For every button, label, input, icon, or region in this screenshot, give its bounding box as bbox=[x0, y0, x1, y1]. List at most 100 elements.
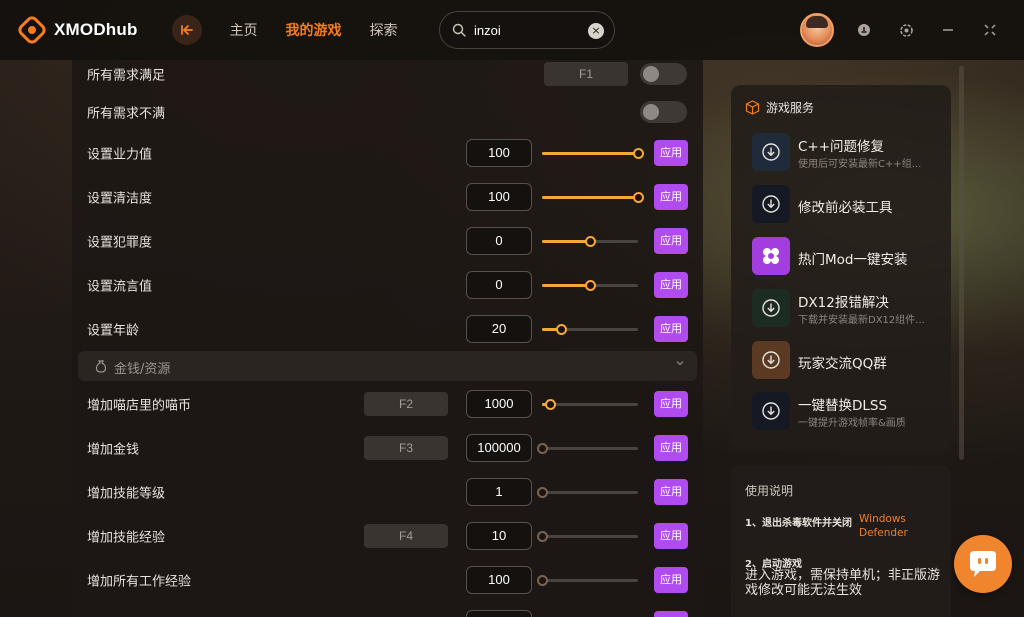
cheat-label: 设置年龄 bbox=[87, 323, 140, 339]
service-name: 修改前必装工具 bbox=[798, 200, 893, 216]
service-name: 一键替换DLSS bbox=[798, 398, 888, 414]
service-item-required-tools[interactable]: 修改前必装工具 bbox=[752, 184, 942, 224]
help-step-1: 1、退出杀毒软件并关闭 bbox=[745, 518, 852, 529]
value-input[interactable]: 10 bbox=[466, 522, 532, 550]
apply-button[interactable]: 应用 bbox=[654, 435, 688, 461]
apply-button[interactable]: 应用 bbox=[654, 567, 688, 593]
xmod-logo-icon bbox=[18, 16, 46, 44]
toggle-switch[interactable] bbox=[640, 101, 687, 123]
cheat-panel: 所有需求满足 F1 所有需求不满 设置业力值 100 应用 设置清洁度 100 … bbox=[72, 60, 703, 617]
section-header-money[interactable]: 金钱/资源 bbox=[78, 351, 697, 381]
download-icon bbox=[752, 341, 790, 379]
chat-bubble-icon bbox=[970, 551, 996, 577]
download-icon bbox=[752, 289, 790, 327]
service-item-dlss[interactable]: 一键替换DLSS 一键提升游戏帧率&画质 bbox=[752, 391, 942, 431]
clear-search-button[interactable]: × bbox=[588, 23, 604, 39]
value-input[interactable]: 0 bbox=[466, 271, 532, 299]
service-item-hot-mod[interactable]: 热门Mod一键安装 bbox=[752, 236, 942, 276]
value-input[interactable]: 100 bbox=[466, 139, 532, 167]
package-icon bbox=[745, 100, 760, 115]
scrollbar[interactable] bbox=[959, 66, 964, 460]
service-subtitle: 下载并安装最新DX12组件... bbox=[798, 315, 925, 326]
value-input[interactable] bbox=[466, 610, 532, 617]
service-item-qq-group[interactable]: 玩家交流QQ群 bbox=[752, 340, 942, 380]
chat-assistant-button[interactable] bbox=[954, 535, 1012, 593]
apply-button[interactable]: 应用 bbox=[654, 184, 688, 210]
value-input[interactable]: 20 bbox=[466, 315, 532, 343]
hotkey-badge: F3 bbox=[364, 436, 448, 460]
cheat-label: 增加所有工作经验 bbox=[87, 574, 192, 590]
apply-button[interactable] bbox=[654, 611, 688, 617]
service-name: 玩家交流QQ群 bbox=[798, 356, 887, 372]
arrow-left-icon bbox=[180, 25, 193, 35]
download-icon bbox=[752, 392, 790, 430]
hotkey-badge: F4 bbox=[364, 524, 448, 548]
cheat-row: 增加技能经验 F4 10 应用 bbox=[72, 514, 703, 558]
apply-button[interactable]: 应用 bbox=[654, 523, 688, 549]
value-slider[interactable] bbox=[542, 236, 638, 247]
notification-icon[interactable] bbox=[856, 22, 872, 38]
value-slider[interactable] bbox=[537, 531, 638, 542]
service-item-cpp-fix[interactable]: C++问题修复 使用后可安装最新C++组... bbox=[752, 132, 942, 172]
section-title: 金钱/资源 bbox=[114, 362, 171, 377]
cheat-label: 设置清洁度 bbox=[87, 191, 153, 207]
service-name: DX12报错解决 bbox=[798, 295, 889, 311]
minimize-icon[interactable] bbox=[940, 22, 956, 38]
cheat-label: 所有需求满足 bbox=[87, 68, 166, 84]
apply-button[interactable]: 应用 bbox=[654, 316, 688, 342]
apply-button[interactable]: 应用 bbox=[654, 391, 688, 417]
value-slider[interactable] bbox=[542, 324, 638, 335]
service-subtitle: 一键提升游戏帧率&画质 bbox=[798, 418, 906, 429]
value-slider[interactable] bbox=[542, 192, 644, 203]
cheat-row: 增加喵店里的喵币 F2 1000 应用 bbox=[72, 382, 703, 426]
back-button[interactable] bbox=[171, 15, 202, 45]
cheat-row: 设置业力值 100 应用 bbox=[72, 131, 703, 175]
mod-icon bbox=[752, 237, 790, 275]
services-header: 游戏服务 bbox=[745, 99, 814, 116]
value-input[interactable]: 1000 bbox=[466, 390, 532, 418]
cheat-label: 所有需求不满 bbox=[87, 106, 166, 122]
cheat-row: 设置犯罪度 0 应用 bbox=[72, 219, 703, 263]
apply-button[interactable]: 应用 bbox=[654, 479, 688, 505]
app-logo[interactable]: XMODhub bbox=[18, 16, 138, 44]
value-slider[interactable] bbox=[542, 148, 644, 159]
value-input[interactable]: 100 bbox=[466, 183, 532, 211]
search-input[interactable] bbox=[474, 22, 574, 38]
nav-home[interactable]: 主页 bbox=[230, 20, 258, 40]
search-icon bbox=[452, 23, 466, 37]
user-avatar[interactable] bbox=[800, 13, 834, 47]
search-box: × bbox=[439, 11, 615, 49]
top-bar: XMODhub 主页 我的游戏 探索 × bbox=[0, 0, 1024, 60]
settings-icon[interactable] bbox=[898, 22, 914, 38]
apply-button[interactable]: 应用 bbox=[654, 272, 688, 298]
service-item-dx12-fix[interactable]: DX12报错解决 下载并安装最新DX12组件... bbox=[752, 288, 942, 328]
usage-instructions-panel: 使用说明 1、退出杀毒软件并关闭 Windows Defender 2、启动游戏… bbox=[731, 465, 951, 617]
cheat-row: 所有需求不满 bbox=[72, 90, 703, 134]
value-slider[interactable] bbox=[537, 487, 638, 498]
value-slider[interactable] bbox=[542, 399, 638, 410]
value-slider[interactable] bbox=[537, 575, 638, 586]
cheat-row: 设置清洁度 100 应用 bbox=[72, 175, 703, 219]
value-input[interactable]: 100000 bbox=[466, 434, 532, 462]
apply-button[interactable]: 应用 bbox=[654, 228, 688, 254]
value-slider[interactable] bbox=[542, 280, 638, 291]
apply-button[interactable]: 应用 bbox=[654, 140, 688, 166]
value-slider[interactable] bbox=[537, 443, 638, 454]
nav-explore[interactable]: 探索 bbox=[370, 20, 398, 40]
value-input[interactable]: 1 bbox=[466, 478, 532, 506]
services-title: 游戏服务 bbox=[766, 101, 815, 115]
cheat-label: 设置流言值 bbox=[87, 279, 153, 295]
toggle-switch[interactable] bbox=[640, 63, 687, 85]
nav-my-games[interactable]: 我的游戏 bbox=[286, 20, 342, 40]
download-icon bbox=[752, 185, 790, 223]
value-input[interactable]: 0 bbox=[466, 227, 532, 255]
hotkey-badge: F2 bbox=[364, 392, 448, 416]
fullscreen-icon[interactable] bbox=[982, 22, 998, 38]
help-title: 使用说明 bbox=[745, 484, 794, 498]
cheat-label: 设置犯罪度 bbox=[87, 235, 153, 251]
value-input[interactable]: 100 bbox=[466, 566, 532, 594]
main-nav: 主页 我的游戏 探索 bbox=[230, 20, 426, 40]
money-bag-icon bbox=[95, 360, 107, 373]
cheat-row: 增加金钱 F3 100000 应用 bbox=[72, 426, 703, 470]
cheat-label: 增加喵店里的喵币 bbox=[87, 398, 192, 414]
